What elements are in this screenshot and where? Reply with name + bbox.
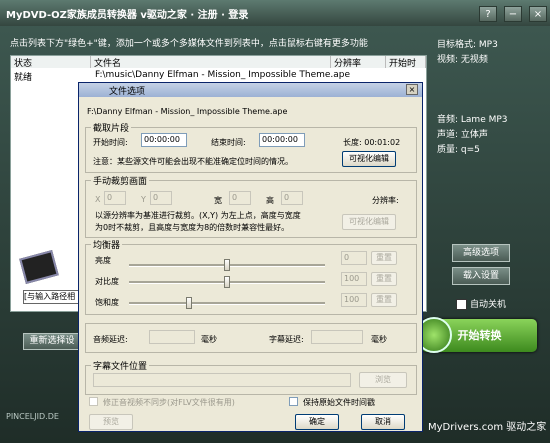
target-format: 目标格式: MP3	[437, 40, 498, 50]
crop-width-label: 宽	[214, 196, 222, 205]
contrast-slider[interactable]	[129, 276, 325, 288]
saturation-label: 饱和度	[95, 298, 119, 307]
cancel-button[interactable]: 取消	[361, 414, 405, 430]
load-settings-button[interactable]: 载入设置	[452, 267, 510, 285]
window-title: MyDVD-OZ家族成员转换器 v驱动之家 · 注册 · 登录	[6, 10, 249, 21]
close-button[interactable]: ×	[529, 6, 547, 22]
list-cell-file: F:\music\Danny Elfman - Mission_ Impossi…	[95, 70, 351, 80]
audio-delay-input[interactable]	[149, 330, 195, 344]
file-options-dialog: 文件选项 × F:\Danny Elfman - Mission_ Imposs…	[78, 82, 423, 432]
contrast-reset-button[interactable]: 重置	[371, 272, 397, 286]
contrast-thumb[interactable]	[224, 276, 230, 288]
brightness-value[interactable]: 0	[341, 251, 367, 265]
subtitle-path-input[interactable]	[93, 373, 351, 387]
equalizer-group-title: 均衡器	[91, 238, 123, 251]
minimize-button[interactable]: −	[504, 6, 522, 22]
format-info: 目标格式: MP3 视频: 无视频 音频: Lame MP3 声道: 立体声 质…	[437, 38, 508, 158]
audio-delay-label: 音频延迟:	[93, 335, 128, 344]
help-button[interactable]: ?	[479, 6, 497, 22]
saturation-slider[interactable]	[129, 297, 325, 309]
list-header-status[interactable]: 状态	[11, 56, 91, 68]
end-time-input[interactable]: 00:00:00	[259, 133, 305, 147]
ok-button[interactable]: 确定	[295, 414, 339, 430]
list-header-start[interactable]: 开始时	[386, 56, 426, 68]
list-cell-status: 就绪	[14, 73, 33, 83]
reset-settings-button[interactable]: 重新选择设	[23, 333, 81, 350]
crop-visual-edit-button[interactable]: 可视化编辑	[342, 214, 396, 230]
brightness-label: 亮度	[95, 256, 111, 265]
advanced-options-button[interactable]: 高级选项	[452, 244, 510, 262]
brightness-slider[interactable]	[129, 259, 325, 271]
crop-height-label: 高	[266, 196, 274, 205]
list-header-filename[interactable]: 文件名	[91, 56, 331, 68]
auto-shutdown-label: 自动关机	[470, 300, 507, 310]
crop-x-input[interactable]: 0	[104, 191, 126, 205]
auto-shutdown-checkbox[interactable]: 自动关机	[456, 297, 506, 310]
audio-delay-unit: 毫秒	[201, 335, 217, 344]
keep-timestamp-label: 保持原始文件时间戳	[303, 398, 375, 407]
keep-timestamp-checkbox[interactable]	[289, 397, 298, 406]
checkbox-icon[interactable]	[456, 299, 467, 310]
saturation-track	[129, 302, 325, 305]
preview-button[interactable]: 预览	[89, 414, 133, 430]
brightness-thumb[interactable]	[224, 259, 230, 271]
crop-y-input[interactable]: 0	[150, 191, 172, 205]
saturation-thumb[interactable]	[186, 297, 192, 309]
video-info: 视频: 无视频	[437, 55, 488, 65]
dialog-title: 文件选项	[109, 87, 146, 97]
clip-group-title: 截取片段	[91, 121, 132, 134]
help-text: 点击列表下方"绿色+"键，添加一个或多个多媒体文件到列表中，点击鼠标右键有更多功…	[10, 39, 368, 49]
output-path-field[interactable]: [与输入路径相	[23, 290, 85, 304]
end-time-label: 结束时间:	[211, 138, 246, 147]
length-text: 长度: 00:01:02	[343, 138, 401, 147]
subtitle-group-title: 字幕文件位置	[91, 359, 150, 372]
subtitle-delay-input[interactable]	[311, 330, 363, 344]
channels-info: 声道: 立体声	[437, 130, 488, 140]
start-time-input[interactable]: 00:00:00	[141, 133, 187, 147]
subtitle-delay-label: 字幕延迟:	[269, 335, 304, 344]
crop-width-input[interactable]: 0	[229, 191, 251, 205]
crop-height-input[interactable]: 0	[281, 191, 303, 205]
crop-x-label: X	[95, 195, 101, 204]
quality-info: 质量: q=5	[437, 145, 480, 155]
subtitle-browse-button[interactable]: 浏览	[359, 372, 407, 388]
watermark: MyDrivers.com 驱动之家	[428, 422, 547, 433]
start-time-label: 开始时间:	[93, 138, 128, 147]
clip-note: 注意：某些源文件可能会出现不能准确定位时间的情况。	[93, 157, 293, 166]
contrast-label: 对比度	[95, 277, 119, 286]
crop-y-label: Y	[141, 195, 146, 204]
output-folder-label: 选择	[58, 271, 77, 281]
dialog-close-icon[interactable]: ×	[406, 84, 418, 95]
fix-av-sync-checkbox[interactable]	[89, 397, 98, 406]
brand-text: PINCELJID.DE	[6, 412, 59, 421]
fix-av-sync-label: 修正音视频不同步(对FLV文件很有用)	[103, 398, 235, 407]
brightness-reset-button[interactable]: 重置	[371, 251, 397, 265]
saturation-reset-button[interactable]: 重置	[371, 293, 397, 307]
dialog-file-path: F:\Danny Elfman - Mission_ Impossible Th…	[87, 107, 288, 116]
crop-desc-line2: 为0时不裁剪，且高度与宽度为8的倍数时兼容性最好。	[95, 223, 290, 232]
clip-visual-edit-button[interactable]: 可视化编辑	[342, 151, 396, 167]
contrast-value[interactable]: 100	[341, 272, 367, 286]
saturation-value[interactable]: 100	[341, 293, 367, 307]
crop-desc-line1: 以源分辨率为基准进行裁剪。(X,Y) 为左上点，高度与宽度	[95, 211, 301, 220]
subtitle-delay-unit: 毫秒	[371, 335, 387, 344]
crop-resolution-label: 分辨率:	[372, 196, 399, 205]
delay-group	[85, 323, 417, 353]
crop-group-title: 手动裁剪画面	[91, 174, 150, 187]
audio-info: 音频: Lame MP3	[437, 115, 508, 125]
list-header-resolution[interactable]: 分辨率	[331, 56, 386, 68]
